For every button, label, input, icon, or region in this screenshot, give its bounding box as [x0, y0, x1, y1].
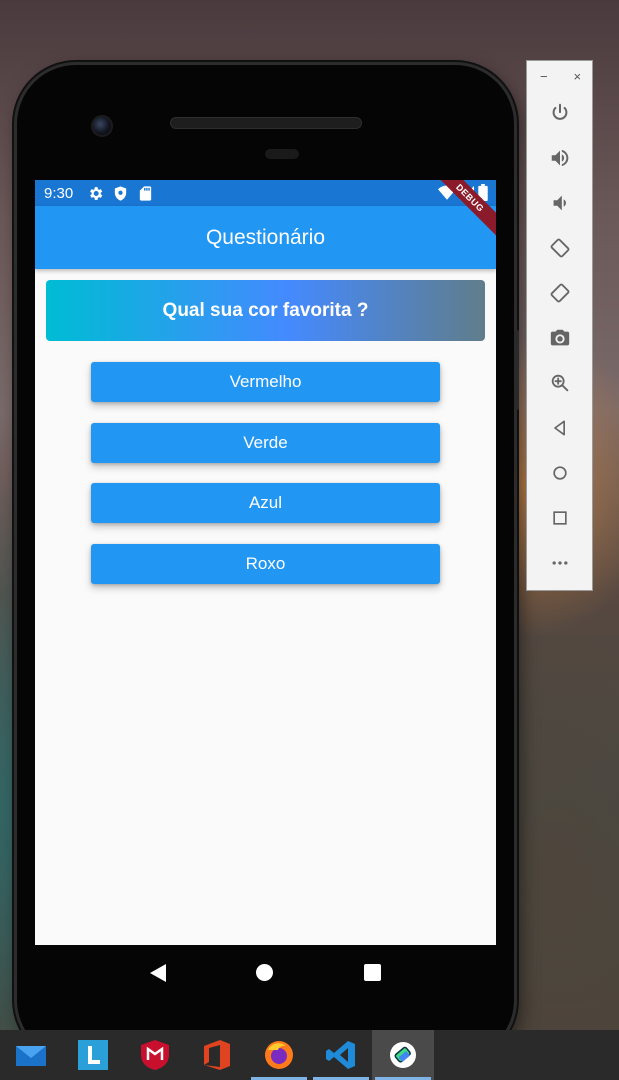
volume-up-button[interactable] [545, 143, 575, 173]
emulator-overview-button[interactable] [545, 503, 575, 533]
windows-taskbar [0, 1030, 619, 1080]
answer-button-roxo[interactable]: Roxo [91, 544, 440, 584]
zoom-button[interactable] [545, 368, 575, 398]
mcafee-icon [141, 1040, 169, 1070]
rotate-right-icon [550, 283, 570, 303]
l-app-icon [78, 1040, 108, 1070]
back-icon [554, 420, 565, 436]
status-time: 9:30 [44, 184, 74, 202]
volume-up-icon [551, 149, 569, 167]
more-icon [552, 561, 568, 565]
proximity-sensor [265, 149, 299, 159]
volume-down-button[interactable] [545, 188, 575, 218]
nav-overview-icon[interactable] [363, 964, 381, 981]
settings-icon [90, 186, 103, 200]
firefox-icon [265, 1041, 293, 1069]
taskbar-vscode[interactable] [310, 1030, 372, 1080]
emulator-window-controls: − × [527, 69, 594, 84]
mail-icon [16, 1046, 46, 1066]
taskbar-mail[interactable] [0, 1030, 62, 1080]
close-button[interactable]: × [573, 69, 581, 84]
volume-down-icon [553, 195, 566, 211]
android-studio-icon [390, 1042, 416, 1068]
status-bar: 9:30 [35, 180, 496, 206]
answer-button-azul[interactable]: Azul [91, 483, 440, 523]
emulator-back-button[interactable] [545, 413, 575, 443]
phone-screen: 9:30 DEBUG Questionário Qual sua cor fav… [35, 180, 496, 945]
app-bar: Questionário [35, 206, 496, 269]
android-nav-bar [35, 945, 496, 1000]
overview-icon [553, 511, 567, 525]
rotate-left-button[interactable] [545, 233, 575, 263]
taskbar-office[interactable] [186, 1030, 248, 1080]
camera-icon [550, 329, 570, 346]
emulator-toolbar: − × [526, 60, 593, 591]
emulator-more-button[interactable] [545, 548, 575, 578]
rotate-left-icon [550, 238, 570, 258]
minimize-button[interactable]: − [540, 69, 548, 84]
app-bar-title: Questionário [205, 225, 326, 249]
vscode-icon [326, 1041, 355, 1069]
nav-back-icon[interactable] [150, 963, 167, 982]
home-icon [553, 466, 567, 480]
emulator-home-button[interactable] [545, 458, 575, 488]
front-camera [91, 115, 113, 137]
taskbar-mcafee[interactable] [124, 1030, 186, 1080]
taskbar-firefox[interactable] [248, 1030, 310, 1080]
screenshot-button[interactable] [545, 323, 575, 353]
office-icon [204, 1040, 230, 1070]
question-card: Qual sua cor favorita ? [46, 280, 485, 341]
answer-button-verde[interactable]: Verde [91, 423, 440, 463]
earpiece-speaker [170, 117, 362, 129]
taskbar-android-studio[interactable] [372, 1030, 434, 1080]
phone-side-button [514, 330, 519, 410]
question-text: Qual sua cor favorita ? [162, 299, 369, 321]
taskbar-l-app[interactable] [62, 1030, 124, 1080]
answer-button-vermelho[interactable]: Vermelho [91, 362, 440, 402]
sd-card-icon [140, 185, 152, 201]
nav-home-icon[interactable] [256, 964, 274, 981]
power-icon [552, 103, 568, 120]
power-button[interactable] [545, 98, 575, 128]
rotate-right-button[interactable] [545, 278, 575, 308]
zoom-icon [551, 374, 569, 392]
shield-icon [115, 185, 127, 201]
